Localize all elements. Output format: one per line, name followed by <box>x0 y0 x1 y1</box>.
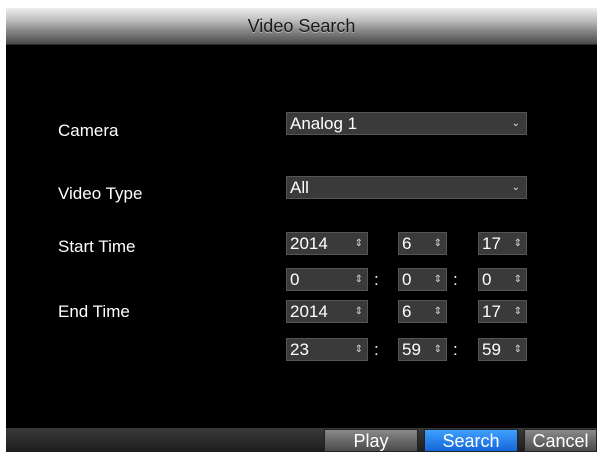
play-button[interactable]: Play <box>324 429 418 452</box>
end-hour-value: 23 <box>290 340 309 359</box>
dialog-title: Video Search <box>247 16 356 36</box>
start-year-value: 2014 <box>290 234 328 253</box>
up-down-arrows-icon: ⇕ <box>354 238 363 249</box>
video-type-dropdown[interactable]: All ⌄ <box>286 176 527 199</box>
chevron-down-icon: ⌄ <box>511 182 520 193</box>
camera-value: Analog 1 <box>290 114 358 133</box>
end-month-spinner[interactable]: 6 ⇕ <box>398 300 447 323</box>
up-down-arrows-icon: ⇕ <box>513 238 522 249</box>
end-second-spinner[interactable]: 59 ⇕ <box>478 338 527 361</box>
video-type-label: Video Type <box>58 184 143 203</box>
time-separator: : <box>374 270 379 289</box>
title-bar: Video Search <box>6 8 597 45</box>
end-time-label: End Time <box>58 302 130 321</box>
end-month-value: 6 <box>402 302 412 321</box>
chevron-down-icon: ⌄ <box>511 118 520 129</box>
end-minute-spinner[interactable]: 59 ⇕ <box>398 338 447 361</box>
search-button[interactable]: Search <box>424 429 518 452</box>
end-second-value: 59 <box>482 340 501 359</box>
camera-dropdown[interactable]: Analog 1 ⌄ <box>286 112 527 135</box>
start-month-value: 6 <box>402 234 412 253</box>
up-down-arrows-icon: ⇕ <box>433 238 442 249</box>
up-down-arrows-icon: ⇕ <box>354 306 363 317</box>
up-down-arrows-icon: ⇕ <box>513 274 522 285</box>
up-down-arrows-icon: ⇕ <box>513 344 522 355</box>
up-down-arrows-icon: ⇕ <box>433 306 442 317</box>
camera-label: Camera <box>58 121 119 140</box>
end-minute-value: 59 <box>402 340 421 359</box>
end-day-spinner[interactable]: 17 ⇕ <box>478 300 527 323</box>
up-down-arrows-icon: ⇕ <box>513 306 522 317</box>
start-minute-value: 0 <box>402 270 412 289</box>
up-down-arrows-icon: ⇕ <box>433 274 442 285</box>
up-down-arrows-icon: ⇕ <box>433 344 442 355</box>
start-month-spinner[interactable]: 6 ⇕ <box>398 232 447 255</box>
start-day-value: 17 <box>482 234 501 253</box>
start-day-spinner[interactable]: 17 ⇕ <box>478 232 527 255</box>
end-year-spinner[interactable]: 2014 ⇕ <box>286 300 368 323</box>
end-hour-spinner[interactable]: 23 ⇕ <box>286 338 368 361</box>
start-year-spinner[interactable]: 2014 ⇕ <box>286 232 368 255</box>
cancel-button[interactable]: Cancel <box>524 429 597 452</box>
start-second-value: 0 <box>482 270 492 289</box>
up-down-arrows-icon: ⇕ <box>354 274 363 285</box>
video-type-value: All <box>290 178 309 197</box>
time-separator: : <box>453 270 458 289</box>
time-separator: : <box>374 340 379 359</box>
video-search-dialog: Video Search Camera Analog 1 ⌄ Video Typ… <box>6 8 597 452</box>
start-hour-spinner[interactable]: 0 ⇕ <box>286 268 368 291</box>
start-hour-value: 0 <box>290 270 300 289</box>
end-day-value: 17 <box>482 302 501 321</box>
up-down-arrows-icon: ⇕ <box>354 344 363 355</box>
end-year-value: 2014 <box>290 302 328 321</box>
start-second-spinner[interactable]: 0 ⇕ <box>478 268 527 291</box>
start-minute-spinner[interactable]: 0 ⇕ <box>398 268 447 291</box>
start-time-label: Start Time <box>58 237 136 256</box>
time-separator: : <box>453 340 458 359</box>
